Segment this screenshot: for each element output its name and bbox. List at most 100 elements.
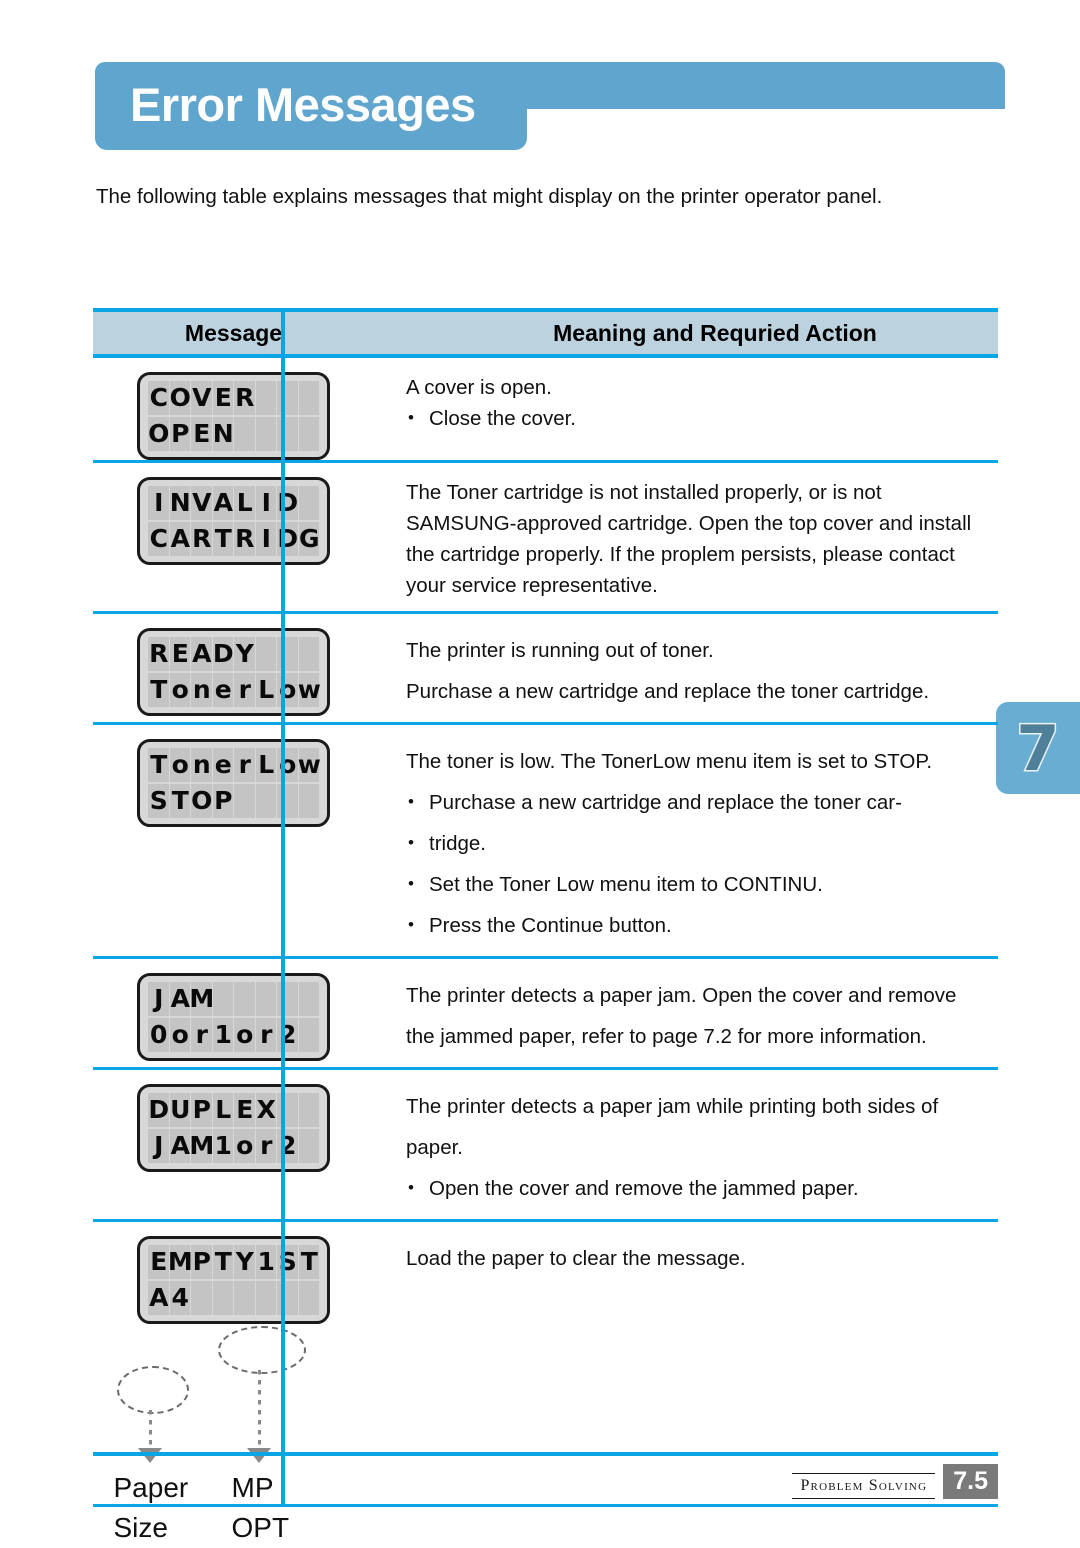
list-item: Open the cover and remove the jammed pap…: [406, 1167, 986, 1209]
lcd-character-cell: T: [148, 748, 170, 782]
lcd-character: o: [171, 750, 189, 779]
lcd-character-cell: [298, 417, 320, 451]
meaning-text: Load the paper to clear the message.: [406, 1247, 746, 1270]
lcd-character-cell: [234, 417, 256, 451]
lcd-character: A: [192, 639, 212, 668]
lcd-character: M: [167, 1247, 193, 1276]
lcd-character-cell: [298, 1129, 320, 1163]
lcd-character: O: [148, 419, 170, 448]
lcd-character-cell: [298, 1281, 320, 1315]
footer-page-number: 7.5: [943, 1464, 998, 1499]
lcd-character: L: [215, 1095, 232, 1124]
lcd-character: w: [297, 675, 321, 704]
lcd-character: P: [171, 419, 190, 448]
meaning-cell: Load the paper to clear the message.: [374, 1222, 998, 1504]
lcd-character-cell: X: [255, 1093, 277, 1127]
meaning-cell: The printer detects a paper jam while pr…: [374, 1070, 998, 1219]
lcd-character: A: [149, 1283, 169, 1312]
lcd-character-cell: [234, 784, 256, 818]
lcd-character: R: [149, 639, 169, 668]
lcd-character: S: [149, 786, 168, 815]
lcd-line-2: JAM1or2: [148, 1129, 320, 1165]
action-list: Open the cover and remove the jammed pap…: [406, 1167, 986, 1209]
message-cell: JAM 0or1or2: [93, 959, 374, 1067]
lcd-character-cell: O: [148, 417, 170, 451]
lcd-character: C: [149, 383, 168, 412]
lcd-character-cell: P: [191, 1093, 213, 1127]
lcd-character: R: [235, 524, 255, 553]
lcd-character: L: [258, 750, 275, 779]
lcd-character-cell: T: [212, 522, 234, 556]
lcd-character-cell: E: [191, 417, 213, 451]
lcd-character-cell: M: [189, 982, 215, 1016]
list-item-continuation: tridge.: [406, 822, 986, 864]
table-row: DUPLEX JAM1or2 The printer detects a pap…: [93, 1070, 998, 1219]
lcd-character: E: [150, 1247, 168, 1276]
lcd-character-cell: [255, 784, 277, 818]
page-title: Error Messages: [130, 78, 476, 131]
lcd-character-cell: 1: [212, 1129, 234, 1163]
chapter-side-tab: 7: [996, 702, 1080, 794]
lcd-character: 1: [257, 1247, 275, 1276]
meaning-text: A cover is open.: [406, 376, 552, 399]
lcd-character-cell: o: [234, 1018, 256, 1052]
lcd-character-cell: L: [255, 748, 277, 782]
lcd-character-cell: O: [191, 784, 213, 818]
lcd-character: A: [170, 984, 190, 1013]
lcd-character: J: [154, 984, 164, 1013]
meaning-text: The toner is low. The TonerLow menu item…: [406, 750, 933, 773]
lcd-character-cell: A: [148, 1281, 170, 1315]
lcd-character: L: [258, 675, 275, 704]
lcd-character-cell: 4: [169, 1281, 191, 1315]
lcd-character: I: [154, 488, 164, 517]
lcd-character-cell: [255, 637, 277, 671]
callout-leader-line-a4: [148, 1410, 152, 1448]
message-cell: EMPTY1ST A4 Paper Size MP OPT: [93, 1222, 374, 1543]
chapter-side-tab-number: 7: [1015, 710, 1061, 786]
lcd-character-cell: o: [169, 1018, 191, 1052]
lcd-character: X: [256, 1095, 276, 1124]
lcd-character: M: [189, 984, 215, 1013]
lcd-character-cell: L: [212, 1093, 234, 1127]
lcd-line-2: TonerLow: [148, 673, 321, 709]
lcd-character: Y: [235, 1247, 254, 1276]
lcd-display-cover-open: COVER OPEN: [137, 372, 330, 460]
lcd-display-duplex-jam: DUPLEX JAM1or2: [137, 1084, 330, 1172]
lcd-display-tonerlow-stop: TonerLow STOP: [137, 739, 330, 827]
lcd-character: r: [238, 750, 251, 779]
lcd-character: A: [170, 524, 190, 553]
lcd-character: L: [236, 488, 253, 517]
callout-ellipse-1st: [217, 1326, 306, 1374]
lcd-character-cell: C: [148, 381, 170, 415]
lcd-character-cell: T: [212, 1245, 234, 1279]
lcd-line-2: OPEN: [148, 417, 320, 453]
table-row: COVER OPEN A cover is open. Close the co…: [93, 358, 998, 460]
meaning-text: Purchase a new cartridge and replace the…: [406, 680, 930, 703]
lcd-character: e: [214, 675, 232, 704]
lcd-character-cell: [298, 1018, 320, 1052]
lcd-character-cell: E: [169, 637, 191, 671]
lcd-character: r: [260, 1131, 273, 1160]
lcd-character: M: [189, 1131, 215, 1160]
lcd-character-cell: [234, 982, 256, 1016]
lcd-character: T: [150, 675, 168, 704]
lcd-character-cell: R: [234, 381, 256, 415]
lcd-character-cell: T: [298, 1245, 320, 1279]
lcd-character-cell: [298, 486, 320, 520]
lcd-character-cell: N: [169, 486, 191, 520]
lcd-character: A: [213, 488, 233, 517]
page-footer: Problem Solving 7.5: [93, 1452, 998, 1499]
lcd-character: 0: [150, 1020, 168, 1049]
lcd-character: P: [214, 786, 233, 815]
meaning-cell: The Toner cartridge is not installed pro…: [374, 463, 998, 611]
lcd-line-2: STOP: [148, 784, 320, 820]
lcd-character: I: [261, 524, 271, 553]
lcd-character-cell: [191, 1281, 213, 1315]
lcd-character-cell: r: [234, 673, 256, 707]
lcd-character-cell: E: [234, 1093, 256, 1127]
lcd-line-1: COVER: [148, 381, 320, 417]
lcd-character-cell: w: [297, 673, 321, 707]
lcd-character-cell: [255, 381, 277, 415]
lcd-character: E: [214, 383, 232, 412]
lcd-character: P: [192, 1095, 211, 1124]
